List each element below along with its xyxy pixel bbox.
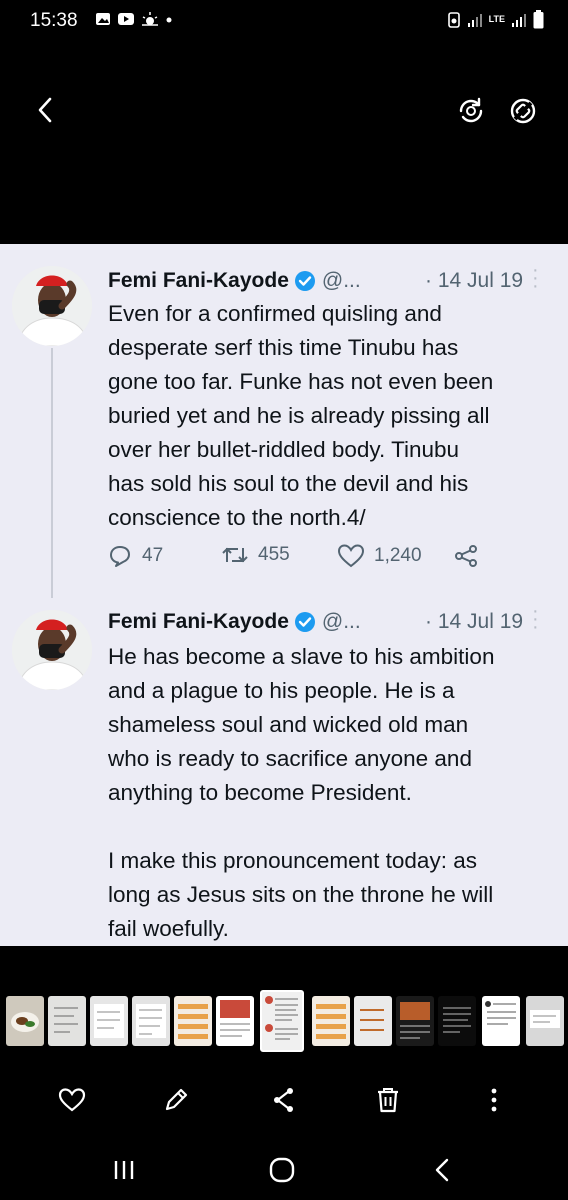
verified-badge-icon <box>294 271 315 291</box>
retweet-button[interactable]: 455 <box>222 544 290 566</box>
tweet-date: · 14 Jul 19 <box>425 610 524 633</box>
back-button[interactable] <box>26 90 66 130</box>
thumbnail[interactable] <box>90 996 128 1046</box>
thumbnail[interactable] <box>396 996 434 1046</box>
share-button[interactable] <box>264 1080 304 1120</box>
status-bar: 15:38 LTE <box>0 0 568 44</box>
news-photo-icon <box>220 1000 250 1037</box>
dark-post-icon <box>443 1007 471 1033</box>
author-name[interactable]: Femi Fani-Kayode <box>108 269 289 293</box>
remaster-icon <box>459 97 483 123</box>
lte-icon: LTE <box>488 14 505 24</box>
avatar <box>12 610 92 690</box>
thumbnail[interactable] <box>482 996 520 1046</box>
share-nodes-icon <box>455 545 477 567</box>
author-name[interactable]: Femi Fani-Kayode <box>108 610 289 634</box>
system-status-icons: LTE <box>447 10 544 29</box>
signal-icon <box>467 13 482 27</box>
document-icon <box>54 1007 78 1033</box>
thumbnail[interactable] <box>354 996 392 1046</box>
youtube-icon <box>118 13 134 25</box>
thumbnail-strip <box>0 990 568 1052</box>
avatar-photo-icon <box>12 266 92 346</box>
tweet-1: Femi Fani-Kayode @... · 14 Jul 19 · · · Ev… <box>0 244 568 598</box>
share-tweet-button[interactable] <box>454 544 478 568</box>
recent-apps-button[interactable] <box>104 1150 144 1190</box>
tweet-text: He has become a slave to his ambition an… <box>108 644 495 941</box>
thumbnail[interactable] <box>312 996 350 1046</box>
more-vertical-icon <box>491 1088 497 1112</box>
food-photo-icon <box>11 1012 39 1032</box>
status-time: 15:38 <box>30 10 78 31</box>
edit-button[interactable] <box>156 1080 196 1120</box>
dot-icon <box>166 17 172 23</box>
tweet-screenshot-icon <box>485 1001 516 1025</box>
tweet-screenshot-icon <box>265 996 298 1040</box>
ticket-list-icon <box>178 1004 208 1039</box>
document-icon <box>94 1004 124 1038</box>
author-row: Femi Fani-Kayode @... <box>108 269 361 293</box>
system-navigation-bar <box>0 1140 568 1200</box>
document-icon <box>136 1004 166 1038</box>
thumbnail[interactable] <box>438 996 476 1046</box>
more-options-icon[interactable]: · · · <box>532 260 539 296</box>
like-count: 1,240 <box>374 545 422 566</box>
author-handle: @... <box>321 610 361 633</box>
weather-icon <box>142 12 158 26</box>
trash-icon <box>378 1088 398 1113</box>
avatar <box>12 266 92 346</box>
thumbnail[interactable] <box>526 996 564 1046</box>
home-button[interactable] <box>262 1150 302 1190</box>
tweet-2: Femi Fani-Kayode @... · 14 Jul 19 · · · He… <box>0 601 568 946</box>
heart-outline-icon <box>338 544 364 568</box>
thumbnail-selected[interactable] <box>260 990 304 1052</box>
recycle-icon <box>447 11 460 28</box>
document-icon <box>530 1010 560 1028</box>
signal-icon <box>512 13 526 27</box>
battery-icon <box>533 10 544 29</box>
thread-line <box>51 348 53 598</box>
share-icon <box>274 1088 293 1112</box>
back-icon <box>435 1158 449 1182</box>
delete-button[interactable] <box>368 1080 408 1120</box>
tweet-date: · 14 Jul 19 <box>425 269 524 292</box>
tweet-actions: 47 455 1,240 <box>108 544 548 580</box>
author-handle: @... <box>321 269 361 292</box>
remaster-button[interactable] <box>450 90 492 132</box>
more-options-icon[interactable]: · · · <box>532 601 539 637</box>
tweet-text: Even for a confirmed quisling and desper… <box>108 301 494 530</box>
author-row: Femi Fani-Kayode @... <box>108 610 361 634</box>
recent-apps-icon <box>114 1161 134 1179</box>
retweet-icon <box>222 547 248 563</box>
verified-badge-icon <box>294 612 315 632</box>
thumbnail[interactable] <box>216 996 254 1046</box>
notification-icons <box>95 11 173 27</box>
thumbnail[interactable] <box>174 996 212 1046</box>
reply-count: 47 <box>142 545 164 566</box>
thumbnail[interactable] <box>132 996 170 1046</box>
favorite-button[interactable] <box>52 1080 92 1120</box>
dark-post-icon <box>400 1002 430 1039</box>
heart-icon <box>58 1088 86 1112</box>
avatar-photo-icon <box>12 610 92 690</box>
viewer-actions <box>0 1070 568 1130</box>
thumbnail[interactable] <box>6 996 44 1046</box>
nav-back-button[interactable] <box>422 1150 462 1190</box>
ticket-list-icon <box>316 1004 346 1039</box>
retweet-count: 455 <box>258 544 290 565</box>
more-menu-button[interactable] <box>474 1080 514 1120</box>
reply-icon <box>110 546 130 567</box>
document-icon <box>360 1009 384 1031</box>
thumbnail[interactable] <box>48 996 86 1046</box>
auto-rotate-icon <box>510 98 536 124</box>
like-button[interactable]: 1,240 <box>338 544 422 568</box>
auto-rotate-button[interactable] <box>502 90 544 132</box>
viewer-toolbar <box>0 70 568 150</box>
edit-icon <box>165 1088 188 1111</box>
reply-button[interactable]: 47 <box>108 544 163 568</box>
back-arrow-icon <box>38 97 52 123</box>
home-icon <box>269 1157 295 1183</box>
screenshot-image[interactable]: Femi Fani-Kayode @... · 14 Jul 19 · · · Ev… <box>0 244 568 946</box>
gallery-notification-icon <box>96 13 110 25</box>
